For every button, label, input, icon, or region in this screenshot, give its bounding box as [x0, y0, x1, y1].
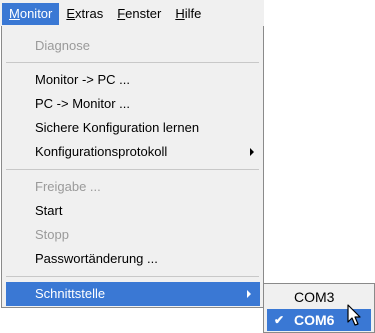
menu-item-sichere-konfiguration[interactable]: Sichere Konfiguration lernen	[2, 116, 263, 140]
menubar-label: xtras	[75, 6, 104, 21]
menu-item-label: Konfigurationsprotokoll	[35, 144, 168, 159]
menubar-item-monitor[interactable]: Monitor	[2, 3, 60, 25]
menu-item-schnittstelle[interactable]: Schnittstelle	[6, 282, 260, 306]
menubar-label: onitor	[19, 6, 53, 21]
submenu-arrow-icon	[250, 148, 254, 156]
menubar-label: ilfe	[184, 6, 202, 21]
menu-item-label: Start	[35, 203, 63, 218]
mnemonic: E	[66, 6, 76, 21]
mouse-pointer-icon	[347, 304, 361, 326]
menu-item-monitor-to-pc[interactable]: Monitor -> PC ...	[2, 68, 263, 92]
submenu-item-label: COM6	[294, 312, 335, 328]
mnemonic: H	[175, 6, 185, 21]
menu-separator	[6, 169, 259, 170]
menu-item-label: Diagnose	[35, 38, 90, 53]
menu-item-konfigurationsprotokoll[interactable]: Konfigurationsprotokoll	[2, 140, 263, 164]
menu-item-label: Stopp	[35, 227, 69, 242]
menubar-item-extras[interactable]: Extras	[59, 3, 110, 25]
menu-item-start[interactable]: Start	[2, 199, 263, 223]
mnemonic: F	[117, 6, 126, 21]
menu-item-passwortaenderung[interactable]: Passwortänderung ...	[2, 247, 263, 271]
menu-item-diagnose: Diagnose	[2, 34, 263, 58]
submenu-item-label: COM3	[294, 289, 335, 305]
menu-item-label: Sichere Konfiguration lernen	[35, 120, 200, 135]
menubar-item-hilfe[interactable]: Hilfe	[168, 3, 208, 25]
monitor-dropdown-menu: Diagnose Monitor -> PC ... PC -> Monitor…	[1, 26, 264, 308]
menu-item-freigabe: Freigabe ...	[2, 175, 263, 199]
menu-item-label: Freigabe ...	[35, 179, 101, 194]
checkmark-icon: ✔	[274, 313, 285, 327]
menu-item-label: PC -> Monitor ...	[35, 96, 130, 111]
menu-item-stopp: Stopp	[2, 223, 263, 247]
menu-separator	[6, 62, 259, 63]
mnemonic: M	[9, 6, 20, 21]
menubar: Monitor Extras Fenster Hilfe	[0, 0, 264, 26]
menu-item-label: Passwortänderung ...	[35, 251, 158, 266]
menubar-item-fenster[interactable]: Fenster	[110, 3, 168, 25]
menu-item-label: Monitor -> PC ...	[35, 72, 130, 87]
menu-item-pc-to-monitor[interactable]: PC -> Monitor ...	[2, 92, 263, 116]
menubar-label: enster	[125, 6, 162, 21]
submenu-arrow-icon	[247, 290, 251, 298]
menu-item-label: Schnittstelle	[35, 286, 106, 301]
menu-separator	[6, 276, 259, 277]
